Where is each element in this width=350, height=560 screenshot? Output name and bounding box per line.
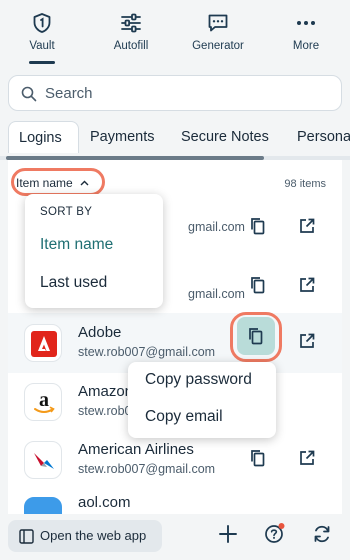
open-web-app-label: Open the web app (40, 528, 147, 543)
copy-password-option[interactable]: Copy password (145, 371, 252, 389)
nav-autofill-label: Autofill (113, 40, 149, 52)
copy-icon[interactable] (249, 217, 267, 235)
sort-menu-header: SORT BY (40, 206, 93, 218)
item-email: stew.rob007@gmail.com (78, 345, 216, 359)
item-name: American Airlines (78, 441, 194, 458)
launch-icon[interactable] (298, 217, 316, 235)
open-web-app-button[interactable]: Open the web app (8, 520, 162, 552)
copy-icon[interactable] (249, 276, 267, 294)
adobe-logo (24, 324, 62, 362)
american-airlines-logo (24, 441, 62, 479)
sort-menu: SORT BY Item name Last used (25, 194, 163, 308)
nav-generator-label: Generator (192, 40, 244, 52)
svg-text:a: a (39, 389, 49, 411)
copy-email-option[interactable]: Copy email (145, 408, 223, 426)
amazon-logo: a (24, 383, 62, 421)
tab-logins[interactable]: Logins (8, 121, 79, 153)
item-email: gmail.com (188, 287, 245, 301)
active-nav-indicator (29, 61, 55, 64)
nav-more[interactable]: More (266, 12, 346, 52)
nav-vault[interactable]: Vault (2, 12, 82, 52)
tab-personal[interactable]: Personal (287, 121, 350, 153)
search-icon (21, 86, 37, 102)
launch-icon[interactable] (298, 332, 316, 350)
tab-payments[interactable]: Payments (80, 121, 164, 153)
item-name: aol.com (78, 494, 131, 511)
item-email: stew.rob007@gmail.com (78, 462, 216, 476)
nav-more-label: More (292, 40, 320, 52)
sort-option-item-name[interactable]: Item name (40, 236, 113, 254)
search-box[interactable] (8, 75, 342, 111)
sliders-icon (121, 13, 141, 33)
item-name: Amazon (78, 383, 134, 400)
copy-button-highlight-ring (230, 312, 282, 362)
nav-vault-label: Vault (29, 40, 55, 52)
copy-icon[interactable] (249, 449, 267, 467)
launch-icon[interactable] (298, 276, 316, 294)
generator-icon (208, 14, 228, 32)
item-name: Adobe (78, 324, 122, 341)
notification-dot (278, 523, 285, 529)
tab-secure-notes[interactable]: Secure Notes (171, 121, 279, 153)
category-tabs: Logins Payments Secure Notes Personal (0, 121, 350, 157)
more-dots-icon (297, 21, 315, 25)
add-icon[interactable] (218, 524, 238, 544)
vault-shield-icon (33, 13, 51, 33)
items-count: 98 items (284, 178, 326, 190)
help-icon[interactable] (264, 522, 286, 544)
top-navigation: Vault Autofill Generator More (0, 0, 350, 68)
list-item[interactable]: American Airlines stew.rob007@gmail.com (8, 430, 342, 490)
copy-menu: Copy password Copy email (128, 362, 276, 438)
nav-autofill[interactable]: Autofill (91, 12, 171, 52)
nav-generator[interactable]: Generator (178, 12, 258, 52)
item-email: gmail.com (188, 220, 245, 234)
web-app-icon (19, 529, 34, 544)
launch-icon[interactable] (298, 449, 316, 467)
sort-option-last-used[interactable]: Last used (40, 274, 107, 292)
search-input[interactable] (45, 82, 325, 104)
sort-button-highlight-ring (11, 168, 105, 196)
sync-icon[interactable] (312, 524, 332, 544)
